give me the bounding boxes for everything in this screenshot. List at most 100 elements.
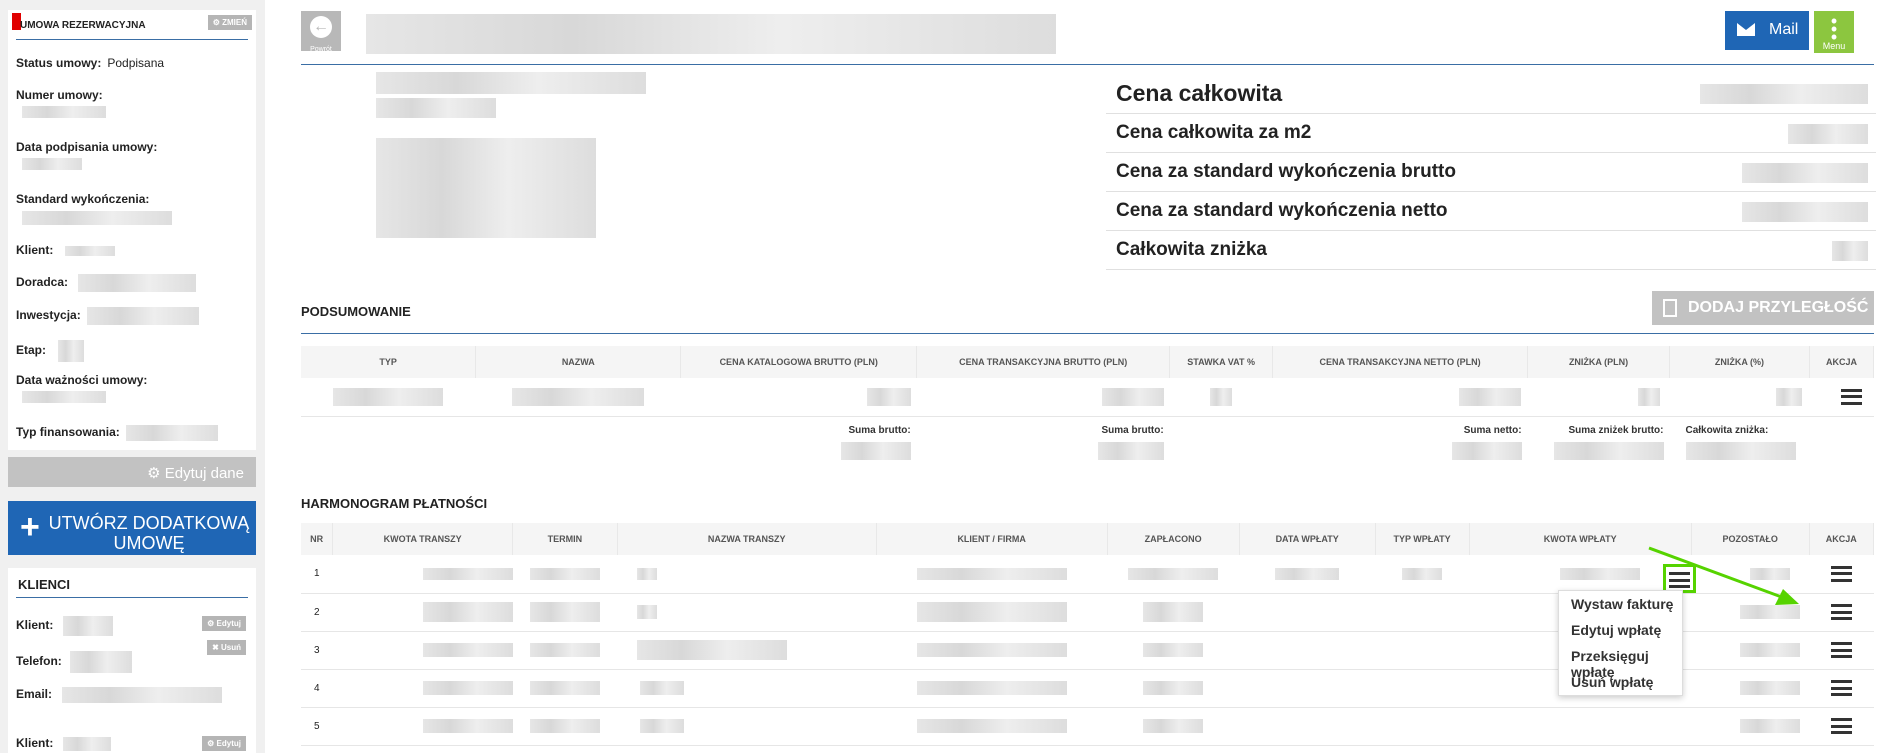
clients-panel: KLIENCI Klient: ⚙ Edytuj ✖ Usuń Telefon:… — [8, 568, 256, 753]
schedule-action-cell — [1809, 631, 1874, 670]
schedule-cell — [332, 631, 513, 670]
dropdown-item-edit-payment[interactable]: Edytuj wpłatę — [1559, 617, 1682, 643]
contract-panel-header: UMOWA REZERWACYJNA ⚙ ZMIEŃ — [12, 10, 252, 40]
hamburger-icon — [1669, 572, 1690, 588]
clients-panel-header: KLIENCI — [16, 568, 248, 598]
price-per-m2-label: Cena całkowita za m2 — [1116, 122, 1312, 143]
hamburger-icon[interactable] — [1830, 642, 1852, 658]
client-1-phone-label: Telefon: — [16, 654, 62, 669]
price-table: Cena całkowita Cena całkowita za m2 Cena… — [1106, 74, 1876, 270]
kebab-icon: • • • — [1830, 11, 1838, 47]
stage-field: Etap: — [16, 340, 84, 362]
summary-cell — [916, 378, 1170, 417]
schedule-col-header: NAZWA TRANSZY — [617, 523, 877, 555]
main-content: ← Powrót Mail • • • Menu Cena całkowita Ce… — [282, 0, 1892, 753]
back-button[interactable]: ← Powrót — [301, 11, 341, 53]
arrow-left-icon: ← — [310, 16, 332, 38]
price-row-standard-net: Cena za standard wykończenia netto — [1106, 192, 1876, 231]
summary-cell — [1272, 378, 1528, 417]
gear-icon: ⚙ — [147, 465, 165, 482]
summary-col-header: TYP — [301, 346, 477, 378]
advisor-field: Doradca: — [16, 274, 197, 292]
hamburger-icon[interactable] — [1830, 565, 1852, 582]
investment-value — [86, 307, 199, 325]
schedule-col-header: ZAPŁACONO — [1107, 523, 1240, 555]
summary-cell — [301, 378, 476, 417]
client-1-email-field: Email: — [16, 687, 223, 703]
schedule-cell — [1375, 593, 1470, 632]
advisor-label: Doradca: — [16, 275, 69, 290]
summary-cell — [1669, 378, 1810, 417]
schedule-title: HARMONOGRAM PŁATNOŚCI — [301, 496, 488, 511]
client-2-edit-button[interactable]: ⚙ Edytuj — [202, 736, 246, 751]
finish-standard-label: Standard wykończenia: — [16, 192, 150, 206]
schedule-cell — [1691, 707, 1809, 746]
add-property-button[interactable]: DODAJ PRZYLEGŁOŚĆ — [1652, 291, 1874, 325]
summary-cell — [1527, 378, 1670, 417]
total-gross-transaction-label: Suma brutto: — [1101, 424, 1164, 436]
client-1-email-label: Email: — [16, 687, 53, 702]
property-info-redacted — [376, 98, 496, 118]
menu-button[interactable]: • • • Menu — [1814, 11, 1854, 53]
schedule-cell — [876, 669, 1107, 708]
schedule-cell — [617, 669, 877, 708]
price-row-discount: Całkowita zniżka — [1106, 231, 1876, 270]
mail-button[interactable]: Mail — [1725, 11, 1809, 50]
envelope-icon — [1737, 23, 1755, 36]
schedule-col-header: KWOTA TRANSZY — [332, 523, 514, 555]
schedule-col-header: DATA WPŁATY — [1239, 523, 1376, 555]
highlighted-action-button[interactable] — [1663, 564, 1696, 593]
client-2-value — [63, 736, 112, 751]
schedule-cell — [332, 593, 513, 632]
price-total-label: Cena całkowita — [1116, 80, 1283, 106]
contract-number-value — [22, 106, 106, 118]
status-value: Podpisana — [107, 56, 165, 70]
status-field: Status umowy: Podpisana — [16, 56, 164, 70]
totals-cell: Suma zniżek brutto: — [1528, 416, 1670, 460]
schedule-cell — [332, 707, 513, 746]
financing-field: Typ finansowania: — [16, 425, 218, 441]
investment-field: Inwestycja: — [16, 307, 199, 325]
summary-table: TYP NAZWA CENA KATALOGOWA BRUTTO (PLN) C… — [301, 346, 1875, 460]
price-discount-label: Całkowita zniżka — [1116, 239, 1267, 260]
summary-col-header: ZNIŻKA (PLN) — [1527, 346, 1670, 378]
edit-data-label: Edytuj dane — [164, 465, 244, 482]
add-property-label: DODAJ PRZYLEGŁOŚĆ — [1688, 299, 1869, 316]
price-standard-gross-value — [1742, 163, 1868, 183]
total-discount-label: Całkowita zniżka: — [1685, 424, 1769, 436]
schedule-cell — [332, 669, 513, 708]
schedule-cell — [617, 555, 877, 594]
client-1-edit-button[interactable]: ⚙ Edytuj — [202, 616, 246, 631]
change-label: ZMIEŃ — [222, 18, 247, 27]
schedule-cell — [1691, 631, 1809, 670]
summary-col-header: NAZWA — [475, 346, 682, 378]
building-icon — [1663, 299, 1677, 317]
clients-title: KLIENCI — [18, 577, 70, 592]
edit-data-button[interactable]: ⚙ Edytuj dane — [8, 457, 256, 487]
row-number: 5 — [301, 707, 333, 746]
schedule-cell — [1375, 707, 1470, 746]
contract-title: UMOWA REZERWACYJNA — [20, 20, 146, 31]
schedule-cell — [1239, 593, 1376, 632]
client-1-delete-button[interactable]: ✖ Usuń — [207, 640, 246, 655]
schedule-action-cell — [1809, 555, 1874, 594]
hamburger-icon[interactable] — [1830, 604, 1852, 620]
hamburger-icon[interactable] — [1830, 718, 1852, 734]
financing-label: Typ finansowania: — [16, 425, 120, 440]
schedule-row: 5 — [301, 707, 1874, 746]
summary-col-header: AKCJA — [1809, 346, 1875, 378]
change-button[interactable]: ⚙ ZMIEŃ — [207, 15, 252, 30]
sign-date-value — [22, 158, 82, 170]
hamburger-icon[interactable] — [1840, 388, 1862, 405]
client-1-email-value — [62, 687, 223, 703]
schedule-row: 1 — [301, 555, 1874, 594]
summary-cell — [680, 378, 917, 417]
contract-number-label: Numer umowy: — [16, 88, 103, 102]
hamburger-icon[interactable] — [1830, 680, 1852, 696]
add-contract-button[interactable]: + UTWÓRZ DODATKOWĄ UMOWĘ — [8, 501, 256, 555]
schedule-cell — [512, 555, 618, 594]
dropdown-item-repost-payment[interactable]: Przeksięguj wpłatę — [1559, 643, 1682, 680]
advisor-value — [78, 274, 197, 292]
schedule-cell — [1375, 669, 1470, 708]
dropdown-item-issue-invoice[interactable]: Wystaw fakturę — [1559, 591, 1682, 617]
